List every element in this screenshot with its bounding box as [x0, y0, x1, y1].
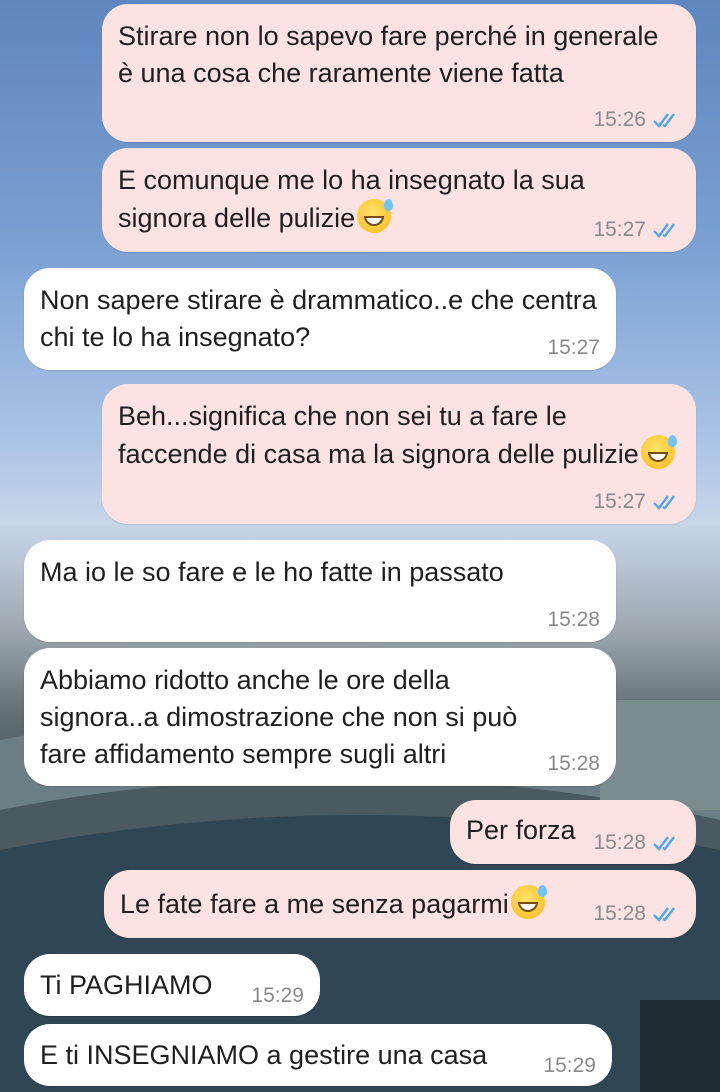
message-bubble-incoming[interactable]: Ma io le so fare e le ho fatte in passat…	[24, 540, 616, 642]
message-text: E ti INSEGNIAMO a gestire una casa	[40, 1040, 488, 1070]
message-text: Non sapere stirare è drammatico..e che c…	[40, 285, 605, 352]
message-meta: 15:27	[593, 490, 680, 514]
message-time: 15:29	[543, 1054, 596, 1077]
message-text: Beh...significa che non sei tu a fare le…	[118, 401, 639, 469]
message-time: 15:26	[593, 108, 646, 131]
message-time: 15:28	[547, 752, 600, 775]
double-check-icon	[653, 495, 675, 510]
message-meta: 15:27	[593, 218, 680, 242]
message-text: Ma io le so fare e le ho fatte in passat…	[40, 557, 504, 587]
message-bubble-incoming[interactable]: E ti INSEGNIAMO a gestire una casa 15:29	[24, 1024, 612, 1086]
double-check-icon	[653, 113, 675, 128]
message-text: Le fate fare a me senza pagarmi	[120, 889, 509, 919]
double-check-icon	[653, 907, 675, 922]
message-meta: 15:28	[593, 902, 680, 926]
message-time: 15:28	[593, 831, 646, 854]
message-time: 15:27	[547, 336, 600, 359]
message-meta: 15:29	[251, 984, 304, 1008]
message-text: Abbiamo ridotto anche le ore della signo…	[40, 665, 525, 769]
message-meta: 15:27	[547, 336, 600, 360]
message-text: E comunque me lo ha insegnato la sua sig…	[118, 165, 593, 233]
message-meta: 15:28	[593, 831, 680, 855]
message-bubble-incoming[interactable]: Abbiamo ridotto anche le ore della signo…	[24, 648, 616, 786]
message-bubble-outgoing[interactable]: Stirare non lo sapevo fare perché in gen…	[102, 4, 696, 142]
message-time: 15:28	[547, 608, 600, 631]
message-time: 15:28	[593, 902, 646, 925]
message-meta: 15:28	[547, 752, 600, 776]
message-bubble-incoming[interactable]: Non sapere stirare è drammatico..e che c…	[24, 268, 616, 370]
sweat-smile-emoji	[510, 885, 547, 919]
message-meta: 15:29	[543, 1054, 596, 1078]
message-bubble-incoming[interactable]: Ti PAGHIAMO 15:29	[24, 954, 320, 1016]
message-bubble-outgoing[interactable]: Beh...significa che non sei tu a fare le…	[102, 384, 696, 524]
message-time: 15:29	[251, 984, 304, 1007]
message-meta: 15:26	[593, 108, 680, 132]
message-text: Stirare non lo sapevo fare perché in gen…	[118, 21, 666, 88]
message-meta: 15:28	[547, 608, 600, 632]
double-check-icon	[653, 223, 675, 238]
message-time: 15:27	[593, 490, 646, 513]
double-check-icon	[653, 836, 675, 851]
message-time: 15:27	[593, 218, 646, 241]
message-bubble-outgoing[interactable]: Le fate fare a me senza pagarmi 15:28	[104, 870, 696, 938]
sweat-smile-emoji	[357, 199, 394, 233]
message-bubble-outgoing[interactable]: Per forza 15:28	[450, 800, 696, 864]
sweat-smile-emoji	[640, 435, 677, 469]
message-bubble-outgoing[interactable]: E comunque me lo ha insegnato la sua sig…	[102, 148, 696, 252]
